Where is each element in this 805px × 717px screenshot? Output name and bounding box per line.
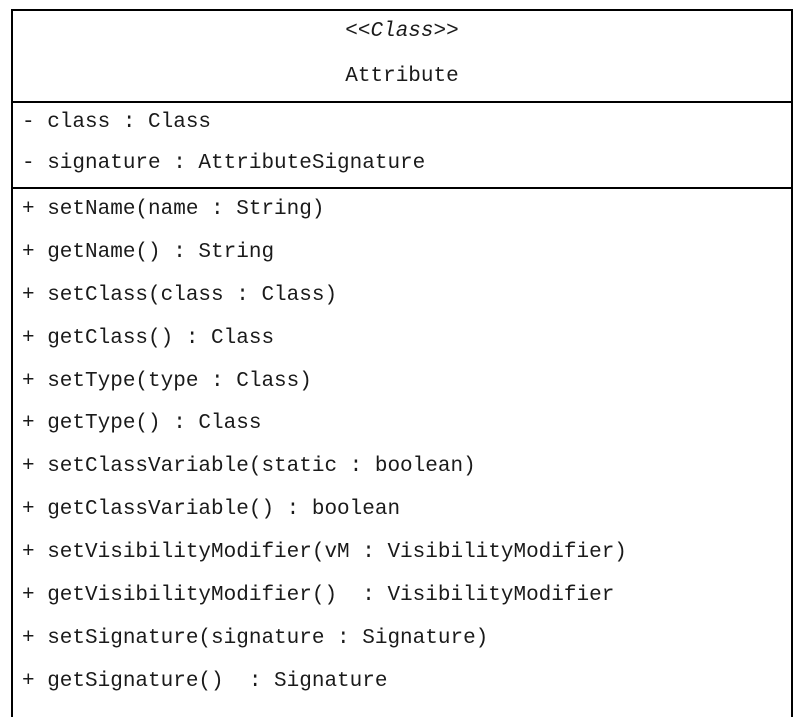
operation-row: + setSignature(signature : Signature): [22, 626, 489, 650]
operations-compartment: + setName(name : String) + getName() : S…: [13, 189, 791, 704]
operation-row: + setClass(class : Class): [22, 283, 338, 307]
operation-row: + setName(name : String): [22, 198, 325, 221]
operation-row: + getClass() : Class: [22, 326, 275, 350]
operation-row: + setType(type : Class): [22, 369, 312, 393]
uml-class-box: <<Class>> Attribute - class : Class - si…: [11, 9, 793, 717]
class-header: <<Class>> Attribute: [13, 11, 791, 103]
operation-row: + getName() : String: [22, 240, 275, 264]
operation-row: + getType() : Class: [22, 412, 262, 436]
attributes-compartment: - class : Class - signature : AttributeS…: [13, 103, 791, 189]
operation-row: + getVisibilityModifier() : VisibilityMo…: [22, 584, 615, 608]
class-name: Attribute: [345, 65, 459, 88]
class-stereotype: <<Class>>: [345, 20, 459, 43]
attribute-row: - class : Class: [22, 111, 212, 134]
attribute-row: - signature : AttributeSignature: [22, 152, 426, 175]
operation-row: + setClassVariable(static : boolean): [22, 455, 476, 479]
operation-row: + getSignature() : Signature: [22, 669, 388, 693]
operation-row: + setVisibilityModifier(vM : VisibilityM…: [22, 541, 627, 565]
operation-row: + getClassVariable() : boolean: [22, 498, 401, 522]
